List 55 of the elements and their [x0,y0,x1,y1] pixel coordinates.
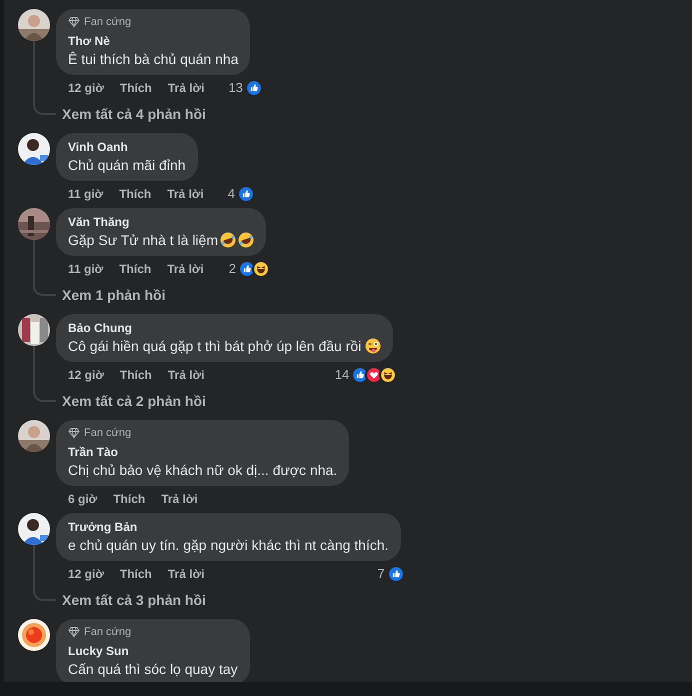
laughing-tears-face-icon [238,232,254,248]
laughing-tears-face-icon [220,232,236,248]
comment-text: Cấn quá thì sóc lọ quay tay [68,660,238,679]
like-link[interactable]: Thích [120,366,152,384]
commenter-name[interactable]: Thơ Nè [68,33,238,49]
reaction-count[interactable]: 7 [377,564,385,584]
reply-link[interactable]: Trả lời [161,490,198,508]
like-link[interactable]: Thích [120,78,152,96]
laughing-face-icon [252,260,270,278]
view-replies-link[interactable]: Xem tất cả 4 phản hồi [56,100,206,128]
fan-label: Fan cứng [84,426,132,440]
commenter-name[interactable]: Trần Tào [68,444,338,460]
winking-tongue-face-icon [365,338,382,354]
view-replies-link[interactable]: Xem 1 phản hồi [56,281,166,309]
reaction-count[interactable]: 14 [334,364,350,384]
reply-link[interactable]: Trả lời [167,184,204,202]
comment-time[interactable]: 11 giờ [68,184,104,202]
reaction-count[interactable]: 13 [228,78,243,98]
comment-text: Cô gái hiền quá gặp t thì bát phở úp lên đầu rồi [68,336,382,356]
like-link[interactable]: Thích [113,490,146,508]
view-replies-link[interactable]: Xem tất cả 3 phản hồi [56,586,206,614]
commenter-name[interactable]: Vinh Oanh [68,139,186,155]
diamond-icon [68,626,80,638]
like-link[interactable]: Thích [119,184,152,202]
like-icon [237,184,255,202]
like-icon [244,78,263,96]
commenter-name[interactable]: Trưởng Bản [68,519,389,535]
comment-text: Chị chủ bảo vệ khách nữ ok dị... được nha. [68,461,338,480]
comment-time[interactable]: 6 giờ [68,490,98,508]
comment-text: Chủ quán mãi đỉnh [68,156,186,175]
reply-link[interactable]: Trả lời [168,366,204,384]
diamond-icon [68,427,80,439]
comment-time[interactable]: 12 giờ [68,78,104,96]
reply-link[interactable]: Trả lời [168,78,204,96]
reaction-count[interactable]: 4 [228,184,235,204]
fan-label: Fan cứng [84,625,132,639]
commenter-name[interactable]: Văn Thăng [68,214,254,230]
comment-time[interactable]: 12 giờ [68,366,104,384]
laughing-face-icon [379,366,398,384]
commenter-name[interactable]: Bảo Chung [68,320,382,336]
view-replies-link[interactable]: Xem tất cả 2 phản hồi [56,387,206,415]
comment-time[interactable]: 11 giờ [68,260,104,278]
like-icon [386,564,405,582]
diamond-icon [68,16,80,28]
like-link[interactable]: Thích [119,260,152,278]
reply-link[interactable]: Trả lời [167,260,204,278]
fan-label: Fan cứng [84,15,132,29]
reaction-count[interactable]: 2 [228,258,236,278]
comment-time[interactable]: 12 giờ [68,564,104,582]
reply-link[interactable]: Trả lời [168,564,204,582]
comment-text: Ê tui thích bà chủ quán nha [68,50,238,69]
comment-text: Gặp Sư Tử nhà t là liệm [68,230,254,250]
commenter-name[interactable]: Lucky Sun [68,643,238,659]
comment-text: e chủ quán uy tín. gặp người khác thì nt càng thích. [68,536,389,555]
like-link[interactable]: Thích [120,564,152,582]
